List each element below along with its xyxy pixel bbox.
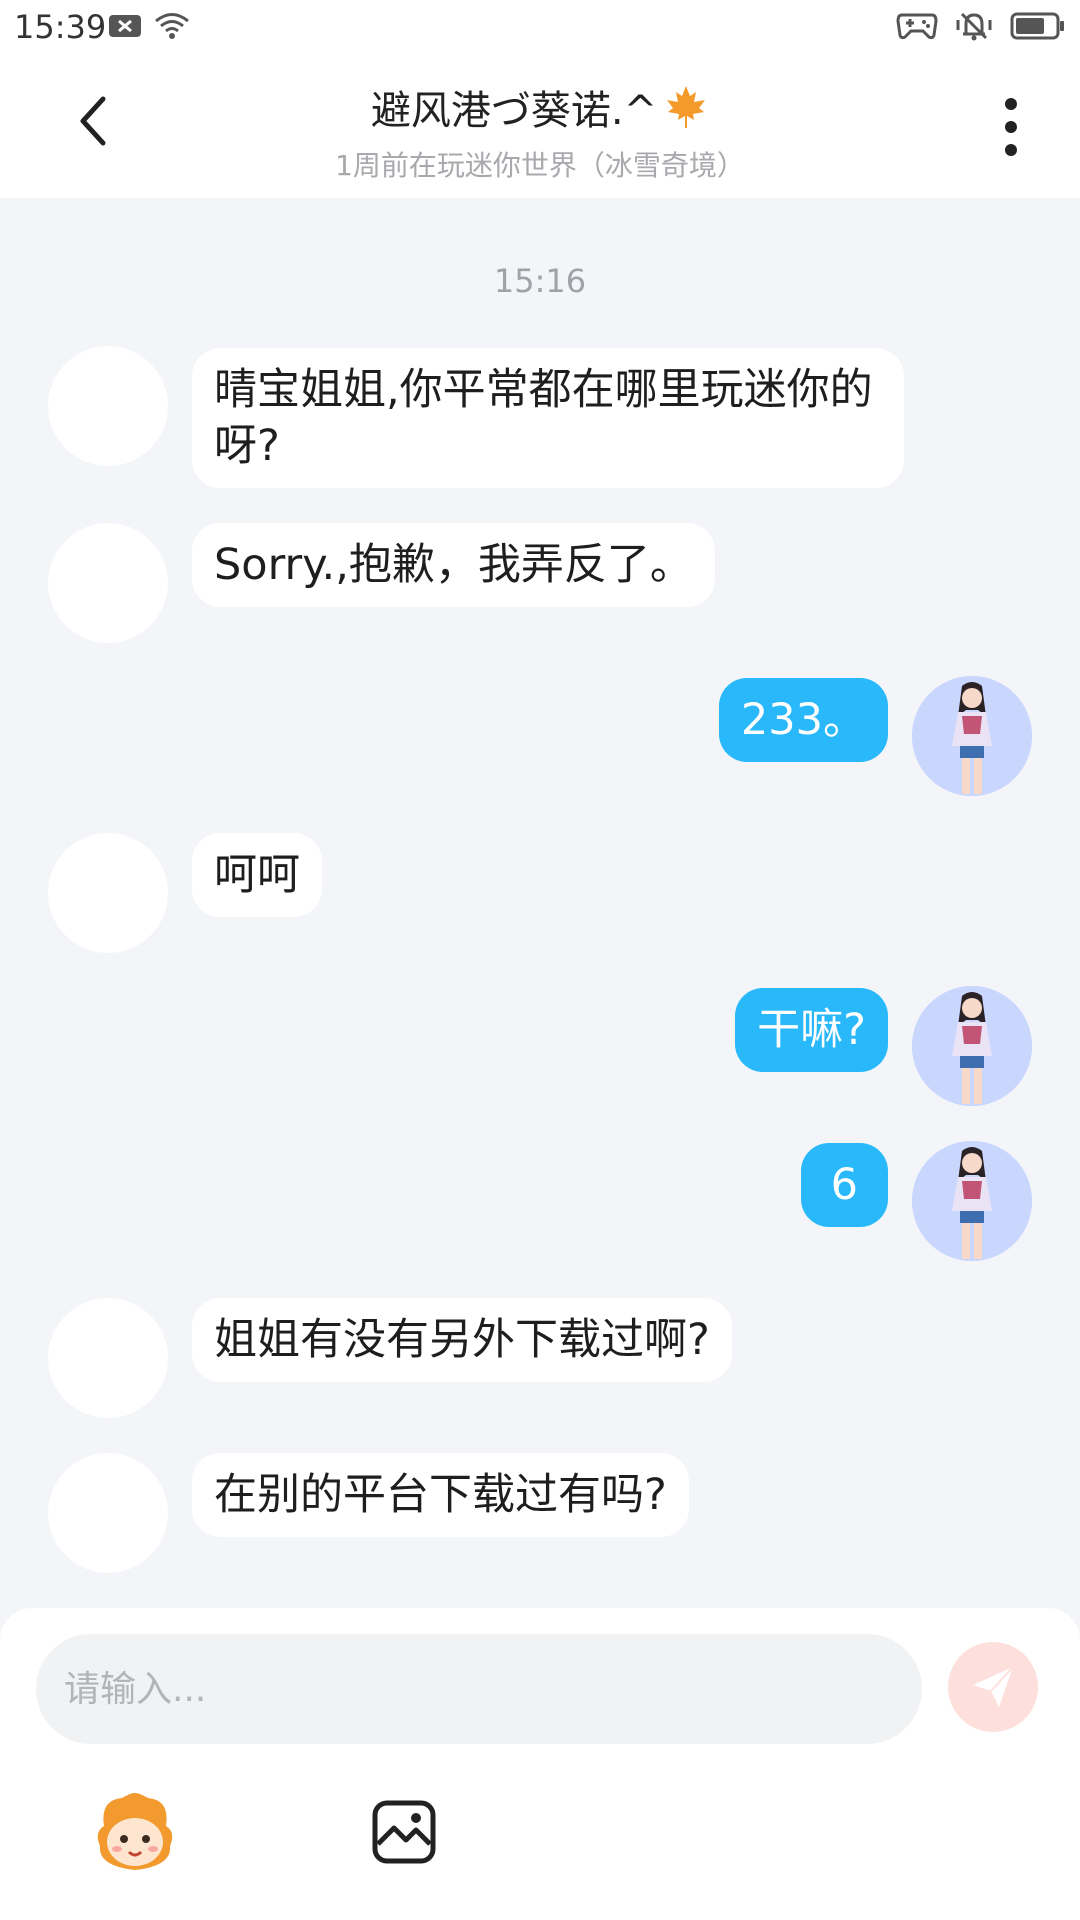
send-plane-icon [973,1666,1014,1707]
maple-leaf-icon [667,86,706,128]
contact-status: 1周前在玩迷你世界（冰雪奇境） [335,149,745,182]
anime-girl-avatar-icon [912,986,1032,1106]
my-avatar[interactable] [912,676,1032,796]
message-bubble-received[interactable]: 姐姐有没有另外下载过啊? [192,1298,732,1382]
more-dot [1005,98,1017,110]
anime-girl-avatar-icon [912,676,1032,796]
chat-header: 避风港づ葵诺.^ 1周前在玩迷你世界（冰雪奇境） [0,56,1080,198]
message-bubble-received[interactable]: 晴宝姐姐,你平常都在哪里玩迷你的呀? [192,348,904,488]
message-bubble-sent[interactable]: 233。 [718,678,888,762]
message-bubble-received[interactable]: Sorry.,抱歉，我弄反了。 [192,523,715,607]
image-icon [372,1800,436,1864]
anime-girl-avatar-icon [912,1141,1032,1261]
contact-name-text: 避风港づ葵诺.^ [370,88,658,134]
contact-avatar[interactable] [48,346,168,466]
battery-icon [1010,11,1066,45]
composer-panel [0,1608,1080,1920]
contact-avatar[interactable] [48,833,168,953]
contact-avatar[interactable] [48,523,168,643]
back-button[interactable] [62,86,122,156]
message-list[interactable]: 15:16 晴宝姐姐,你平常都在哪里玩迷你的呀? Sorry.,抱歉，我弄反了。… [0,198,1080,1608]
message-bubble-sent[interactable]: 6 [800,1143,888,1227]
notification-blocked-icon [108,13,142,43]
contact-name: 避风港づ葵诺.^ [371,78,709,136]
emoji-button[interactable] [92,1792,178,1874]
cartoon-face-icon [97,1793,173,1870]
message-timestamp: 15:16 [493,262,587,300]
more-options-button[interactable] [986,92,1036,162]
status-bar: 15:39 [0,0,1080,56]
message-bubble-received[interactable]: 呵呵 [192,833,322,917]
more-dot [1005,144,1017,156]
contact-avatar[interactable] [48,1453,168,1573]
wifi-icon [154,12,190,44]
message-bubble-sent[interactable]: 干嘛? [735,988,888,1072]
message-input[interactable] [36,1634,922,1744]
my-avatar[interactable] [912,1141,1032,1261]
chevron-left-icon [80,96,106,146]
more-dot [1005,121,1017,133]
status-right-icons [896,10,1066,46]
status-left-icons [108,12,190,44]
game-controller-icon [896,11,938,45]
message-bubble-received[interactable]: 在别的平台下载过有吗? [192,1453,689,1537]
contact-avatar[interactable] [48,1298,168,1418]
vibrate-bell-icon [954,10,994,46]
image-button[interactable] [370,1798,438,1866]
send-button[interactable] [948,1642,1038,1732]
my-avatar[interactable] [912,986,1032,1106]
header-title-area: 避风港づ葵诺.^ 1周前在玩迷你世界（冰雪奇境） [200,78,880,184]
status-time: 15:39 [14,8,107,46]
